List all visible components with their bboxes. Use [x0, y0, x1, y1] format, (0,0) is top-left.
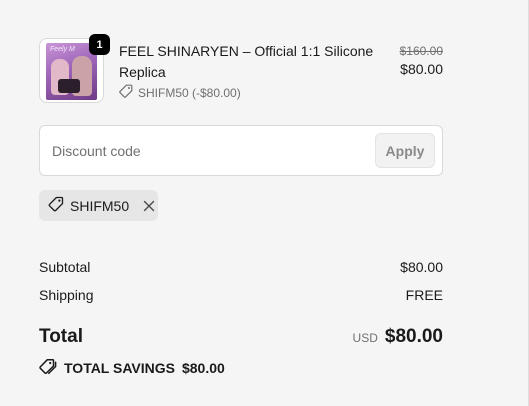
savings-label: TOTAL SAVINGS: [64, 359, 175, 376]
subtotal-value: $80.00: [400, 259, 443, 275]
product-discount-label: SHIFM50 (-$80.00): [138, 85, 241, 100]
product-prices: $160.00 $80.00: [400, 43, 443, 79]
shipping-label: Shipping: [39, 287, 94, 303]
tag-icon: [119, 84, 133, 101]
total-label: Total: [39, 326, 83, 347]
product-discount: SHIFM50 (-$80.00): [119, 84, 241, 101]
total-row: Total USD $80.00: [39, 326, 443, 348]
discount-code-input[interactable]: [41, 127, 361, 174]
product-thumbnail-wrapper: Feely M 1: [39, 34, 110, 103]
savings-value: $80.00: [181, 359, 225, 376]
tag-icon: [48, 196, 64, 215]
subtotal-row: Subtotal $80.00: [39, 259, 443, 275]
product-title: FEEL SHINARYEN – Official 1:1 Silicone R…: [119, 43, 374, 80]
total-currency: USD: [352, 331, 378, 345]
savings-tag-icon: [39, 358, 57, 377]
apply-button[interactable]: Apply: [375, 133, 435, 168]
shipping-value: FREE: [405, 287, 443, 303]
shipping-row: Shipping FREE: [39, 287, 443, 303]
product-image-text: Feely M: [50, 46, 75, 53]
discount-field: Apply: [39, 125, 443, 176]
total-value: $80.00: [384, 326, 443, 347]
original-price: $160.00: [399, 44, 443, 58]
total-amount: USD $80.00: [353, 326, 443, 348]
total-savings: TOTAL SAVINGS $80.00: [39, 358, 225, 377]
product-image-figure: [58, 79, 80, 93]
subtotal-label: Subtotal: [39, 259, 91, 275]
applied-discount-chip: SHIFM50: [39, 190, 158, 221]
quantity-badge: 1: [89, 34, 110, 55]
line-item: Feely M 1 FEEL SHINARYEN – Official 1:1 …: [39, 34, 443, 104]
applied-discount-code: SHIFM50: [70, 197, 130, 214]
current-price: $80.00: [400, 61, 443, 77]
close-icon[interactable]: [143, 200, 155, 212]
